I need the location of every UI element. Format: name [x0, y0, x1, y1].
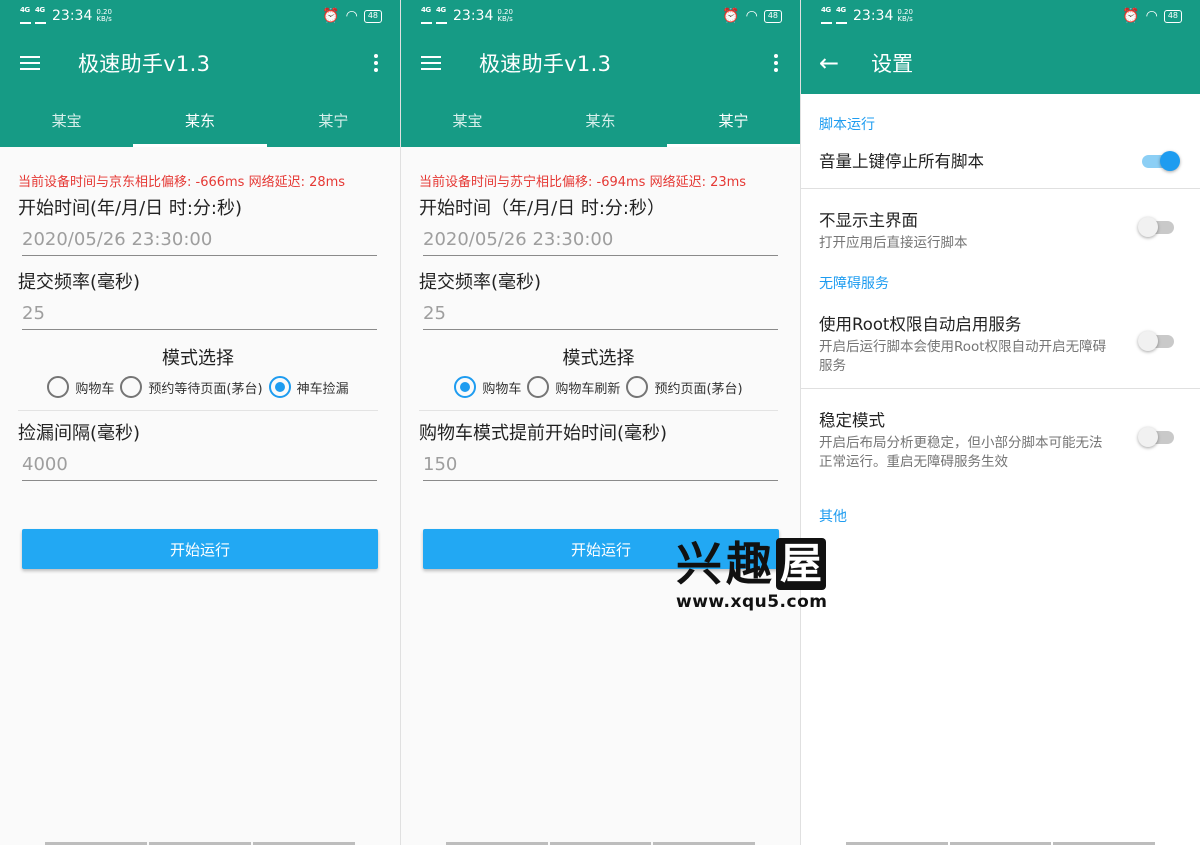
interval-label: 捡漏间隔(毫秒) — [18, 423, 141, 444]
radio-pick-leak[interactable]: 神车捡漏 — [268, 376, 349, 398]
watermark-url: www.xqu5.com — [676, 592, 828, 612]
wifi-icon: ◠ — [345, 8, 358, 24]
toggle-switch-on[interactable] — [1138, 151, 1180, 171]
signal-icon: 4G — [35, 6, 46, 26]
menu-icon[interactable] — [419, 54, 443, 72]
app-title: 极速助手v1.3 — [78, 52, 211, 76]
start-time-label: 开始时间（年/月/日 时:分:秒） — [419, 198, 665, 219]
frequency-field[interactable]: 25 — [423, 302, 778, 330]
site-watermark-logo: 兴 趣 屋 www.xqu5.com — [676, 537, 828, 612]
battery-icon: 48 — [363, 9, 382, 23]
app-toolbar: 极速助手v1.3 — [0, 32, 400, 94]
frequency-label: 提交频率(毫秒) — [18, 272, 141, 293]
more-options-icon[interactable] — [374, 54, 378, 72]
section-header-accessibility: 无障碍服务 — [819, 276, 889, 292]
radio-reserve-page[interactable]: 预约页面(茅台) — [626, 376, 743, 398]
alarm-icon: ⏰ — [1122, 8, 1140, 24]
radio-button[interactable] — [120, 376, 143, 398]
tab-moning[interactable]: 某宁 — [267, 94, 400, 147]
radio-cart[interactable]: 购物车 — [454, 376, 521, 398]
form-content: 当前设备时间与京东相比偏移: -666ms 网络延迟: 28ms 开始时间(年/… — [0, 147, 400, 569]
radio-button-selected[interactable] — [454, 376, 477, 398]
toggle-switch-off[interactable] — [1138, 217, 1178, 237]
divider — [18, 410, 378, 411]
status-time: 23:34 — [52, 8, 93, 24]
menu-icon[interactable] — [18, 54, 42, 72]
mode-radio-group: 购物车 预约等待页面(茅台) 神车捡漏 — [18, 376, 378, 398]
tab-modong[interactable]: 某东 — [534, 94, 667, 147]
start-time-field[interactable]: 2020/05/26 23:30:00 — [423, 228, 778, 256]
battery-icon: 48 — [763, 9, 782, 23]
wifi-icon: ◠ — [1145, 8, 1158, 24]
phone-screen-jd: 4G 4G 23:34 0.20 KB/s ⏰ ◠ 48 极速助手v1.3 某宝 … — [0, 0, 400, 845]
form-content: 当前设备时间与苏宁相比偏移: -694ms 网络延迟: 23ms 开始时间（年/… — [401, 147, 800, 569]
setting-volume-stop[interactable]: 音量上键停止所有脚本 — [801, 134, 1200, 189]
signal-icon: 4G — [836, 6, 847, 26]
signal-icon: 4G — [421, 6, 432, 26]
tab-bar: 某宝 某东 某宁 — [401, 94, 800, 147]
radio-button[interactable] — [47, 376, 70, 398]
alarm-icon: ⏰ — [322, 8, 340, 24]
network-speed: 0.20 KB/s — [897, 8, 913, 23]
network-speed: 0.20 KB/s — [497, 8, 513, 23]
settings-title: 设置 — [871, 52, 914, 76]
section-header-script-run: 脚本运行 — [819, 117, 875, 133]
back-arrow-icon[interactable]: ← — [819, 51, 839, 75]
radio-reserve-wait[interactable]: 预约等待页面(茅台) — [120, 376, 263, 398]
alarm-icon: ⏰ — [722, 8, 740, 24]
battery-icon: 48 — [1163, 9, 1182, 23]
section-header-other: 其他 — [819, 509, 847, 525]
status-time: 23:34 — [453, 8, 494, 24]
setting-hide-main[interactable]: 不显示主界面 打开应用后直接运行脚本 — [801, 189, 1200, 265]
settings-toolbar: ← 设置 — [801, 32, 1200, 94]
app-toolbar: 极速助手v1.3 — [401, 32, 800, 94]
mode-radio-group: 购物车 购物车刷新 预约页面(茅台) — [419, 376, 778, 398]
app-title: 极速助手v1.3 — [479, 52, 612, 76]
tab-modong[interactable]: 某东 — [133, 94, 267, 147]
tab-mobao[interactable]: 某宝 — [0, 94, 133, 147]
radio-cart[interactable]: 购物车 — [47, 376, 114, 398]
start-button[interactable]: 开始运行 — [22, 529, 378, 569]
setting-root-auto[interactable]: 使用Root权限自动启用服务 开启后运行脚本会使用Root权限自动开启无障碍服务 — [801, 293, 1200, 389]
status-bar: 4G 4G 23:34 0.20 KB/s ⏰ ◠ 48 — [401, 0, 800, 32]
radio-button[interactable] — [527, 376, 550, 398]
signal-icon: 4G — [436, 6, 447, 26]
phone-screen-suning: 4G 4G 23:34 0.20 KB/s ⏰ ◠ 48 极速助手v1.3 某宝 … — [400, 0, 800, 845]
setting-stable-mode[interactable]: 稳定模式 开启后布局分析更稳定，但小部分脚本可能无法正常运行。重启无障碍服务生效 — [801, 389, 1200, 484]
mode-label: 模式选择 — [562, 348, 635, 369]
toggle-switch-off[interactable] — [1138, 330, 1178, 351]
divider — [419, 410, 778, 411]
tab-bar: 某宝 某东 某宁 — [0, 94, 400, 147]
signal-icon: 4G — [821, 6, 832, 26]
status-bar: 4G 4G 23:34 0.20 KB/s ⏰ ◠ 48 — [0, 0, 400, 32]
toggle-switch-off[interactable] — [1138, 426, 1178, 447]
advance-time-field[interactable]: 150 — [423, 453, 778, 481]
screenshot-collage: 4G 4G 23:34 0.20 KB/s ⏰ ◠ 48 极速助手v1.3 某宝 … — [0, 0, 1200, 845]
radio-button-selected[interactable] — [268, 376, 291, 398]
frequency-field[interactable]: 25 — [22, 302, 377, 330]
more-options-icon[interactable] — [774, 54, 778, 72]
time-offset-warning: 当前设备时间与京东相比偏移: -666ms 网络延迟: 28ms — [18, 175, 346, 190]
tab-moning[interactable]: 某宁 — [667, 94, 800, 147]
radio-cart-refresh[interactable]: 购物车刷新 — [527, 376, 620, 398]
advance-time-label: 购物车模式提前开始时间(毫秒) — [419, 423, 668, 444]
status-bar: 4G 4G 23:34 0.20 KB/s ⏰ ◠ 48 — [801, 0, 1200, 32]
wifi-icon: ◠ — [745, 8, 758, 24]
time-offset-warning: 当前设备时间与苏宁相比偏移: -694ms 网络延迟: 23ms — [419, 175, 747, 190]
frequency-label: 提交频率(毫秒) — [419, 272, 542, 293]
status-time: 23:34 — [853, 8, 894, 24]
phone-screen-settings: 4G 4G 23:34 0.20 KB/s ⏰ ◠ 48 ← 设置 脚本运行 音量… — [800, 0, 1200, 845]
network-speed: 0.20 KB/s — [96, 8, 112, 23]
signal-icon: 4G — [20, 6, 31, 26]
start-time-field[interactable]: 2020/05/26 23:30:00 — [22, 228, 377, 256]
radio-button[interactable] — [626, 376, 649, 398]
mode-label: 模式选择 — [162, 348, 234, 369]
interval-field[interactable]: 4000 — [22, 453, 377, 481]
tab-mobao[interactable]: 某宝 — [401, 94, 534, 147]
start-time-label: 开始时间(年/月/日 时:分:秒) — [18, 198, 243, 219]
